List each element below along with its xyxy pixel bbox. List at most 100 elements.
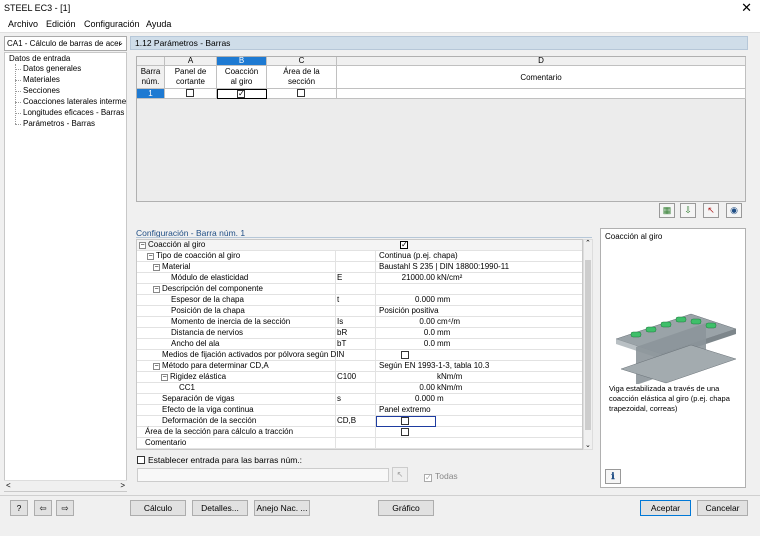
accept-button[interactable]: Aceptar bbox=[640, 500, 691, 516]
row-cda-method[interactable]: − Método para determinar CD,A Según EN 19… bbox=[137, 361, 582, 372]
all-members-option[interactable]: ✓ Todas bbox=[424, 471, 458, 482]
col-letter-c[interactable]: C bbox=[267, 57, 337, 66]
next-icon[interactable]: ⇨ bbox=[56, 500, 74, 516]
tree-item-sections[interactable]: Secciones bbox=[23, 86, 60, 95]
restraint-type-value[interactable]: Continua (p.ej. chapa) bbox=[379, 251, 458, 261]
all-members-checkbox[interactable]: ✓ bbox=[424, 474, 432, 482]
row-powder-fasteners[interactable]: Medios de fijación activados por pólvora… bbox=[137, 350, 582, 361]
rotational-restraint-checkbox[interactable]: ✓ bbox=[237, 90, 245, 98]
row-component-description[interactable]: − Descripción del componente bbox=[137, 284, 582, 295]
collapse-icon[interactable]: − bbox=[153, 286, 160, 293]
header-section-area[interactable]: Área de la sección bbox=[267, 66, 337, 89]
row-restraint-type[interactable]: − Tipo de coacción al giro Continua (p.ej… bbox=[137, 251, 582, 262]
collapse-icon[interactable]: − bbox=[153, 264, 160, 271]
row-rib-distance[interactable]: Distancia de nervios bR 0.0 mm bbox=[137, 328, 582, 339]
tree-item-general-data[interactable]: Datos generales bbox=[23, 64, 81, 73]
config-vertical-scrollbar[interactable]: ⌃ ⌄ bbox=[583, 239, 593, 450]
set-all-members[interactable]: Establecer entrada para las barras núm.: bbox=[137, 455, 302, 465]
header-shear-panel[interactable]: Panel de cortante bbox=[165, 66, 217, 89]
set-all-checkbox[interactable] bbox=[137, 456, 145, 464]
sheet-thickness-value[interactable]: 0.000 bbox=[377, 295, 435, 305]
tension-area-checkbox[interactable] bbox=[401, 428, 409, 436]
row-moment-of-inertia[interactable]: Momento de inercia de la sección Is 0.00… bbox=[137, 317, 582, 328]
calculation-button[interactable]: Cálculo bbox=[130, 500, 186, 516]
header-rotational-restraint[interactable]: Coacción al giro bbox=[217, 66, 267, 89]
rib-distance-value[interactable]: 0.0 bbox=[377, 328, 435, 338]
beam-spacing-value[interactable]: 0.000 bbox=[377, 394, 435, 404]
collapse-icon[interactable]: − bbox=[139, 242, 146, 249]
col-letter-b[interactable]: B bbox=[217, 57, 267, 66]
tree-root-input-data[interactable]: Datos de entrada bbox=[9, 54, 70, 63]
shear-panel-checkbox[interactable] bbox=[186, 89, 194, 97]
help-icon[interactable]: ? bbox=[10, 500, 28, 516]
export-excel-icon[interactable]: ▦ bbox=[659, 203, 675, 218]
menu-edicion[interactable]: Edición bbox=[46, 19, 76, 29]
member-numbers-input[interactable] bbox=[137, 468, 389, 482]
graphic-button[interactable]: Gráfico bbox=[378, 500, 434, 516]
powder-fasteners-checkbox[interactable] bbox=[401, 351, 409, 359]
elastic-modulus-unit: kN/cm² bbox=[437, 273, 463, 282]
cell-shear-panel[interactable] bbox=[165, 89, 217, 99]
row-material[interactable]: − Material Baustahl S 235 | DIN 18800:199… bbox=[137, 262, 582, 273]
col-letter-d[interactable]: D bbox=[337, 57, 746, 66]
scroll-right-icon[interactable]: > bbox=[120, 481, 125, 490]
row-beam-spacing[interactable]: Separación de vigas s 0.000 m bbox=[137, 394, 582, 405]
tree-item-lateral-restraints[interactable]: Coacciones laterales intermedi bbox=[23, 97, 126, 106]
close-icon[interactable]: ✕ bbox=[741, 0, 752, 16]
collapse-icon[interactable]: − bbox=[153, 363, 160, 370]
collapse-icon[interactable]: − bbox=[147, 253, 154, 260]
import-excel-icon[interactable]: ⇩ bbox=[680, 203, 696, 218]
row-number[interactable]: 1 bbox=[137, 89, 165, 99]
previous-icon[interactable]: ⇦ bbox=[34, 500, 52, 516]
menu-archivo[interactable]: Archivo bbox=[8, 19, 38, 29]
scroll-left-icon[interactable]: < bbox=[6, 481, 11, 490]
details-button[interactable]: Detalles... bbox=[192, 500, 248, 516]
row-rotational-restraint[interactable]: − Coacción al giro ✓ bbox=[137, 240, 582, 251]
cell-rotational-restraint[interactable]: ✓ bbox=[217, 89, 267, 99]
section-area-checkbox[interactable] bbox=[297, 89, 305, 97]
elastic-modulus-value[interactable]: 21000.00 bbox=[377, 273, 435, 283]
collapse-icon[interactable]: − bbox=[161, 374, 168, 381]
tree-item-member-parameters[interactable]: Parámetros - Barras bbox=[23, 119, 95, 128]
info-icon[interactable]: ℹ bbox=[605, 469, 621, 484]
section-deformation-checkbox[interactable] bbox=[401, 417, 409, 425]
nav-horizontal-scrollbar[interactable]: < > bbox=[4, 480, 127, 491]
scroll-down-icon[interactable]: ⌄ bbox=[585, 441, 591, 449]
cda-method-value[interactable]: Según EN 1993-1-3, tabla 10.3 bbox=[379, 361, 489, 371]
row-comment[interactable]: Comentario bbox=[137, 438, 582, 449]
continuous-beam-effect-value[interactable]: Panel extremo bbox=[379, 405, 431, 415]
chevron-down-icon[interactable]: ⌄ bbox=[117, 38, 124, 47]
row-elastic-modulus[interactable]: Módulo de elasticidad E 21000.00 kN/cm² bbox=[137, 273, 582, 284]
row-section-deformation[interactable]: Deformación de la sección CD,B bbox=[137, 416, 582, 427]
row-sheet-thickness[interactable]: Espesor de la chapa t 0.000 mm bbox=[137, 295, 582, 306]
rotational-restraint-enabled-checkbox[interactable]: ✓ bbox=[400, 241, 408, 249]
tree-item-materials[interactable]: Materiales bbox=[23, 75, 60, 84]
view-icon[interactable]: ◉ bbox=[726, 203, 742, 218]
cc1-value[interactable]: 0.00 bbox=[377, 383, 435, 393]
pick-members-icon[interactable]: ↖ bbox=[392, 467, 408, 482]
flange-width-value[interactable]: 0.0 bbox=[377, 339, 435, 349]
row-tension-area[interactable]: Área de la sección para cálculo a tracci… bbox=[137, 427, 582, 438]
material-value[interactable]: Baustahl S 235 | DIN 18800:1990-11 bbox=[379, 262, 509, 272]
header-comment[interactable]: Comentario bbox=[337, 66, 746, 89]
row-flange-width[interactable]: Ancho del ala bT 0.0 mm bbox=[137, 339, 582, 350]
case-dropdown[interactable]: CA1 - Cálculo de barras de acer ⌄ bbox=[4, 36, 127, 51]
menu-configuracion[interactable]: Configuración bbox=[84, 19, 140, 29]
moment-of-inertia-value[interactable]: 0.00 bbox=[377, 317, 435, 327]
row-continuous-beam-effect[interactable]: Efecto de la viga continua Panel extremo bbox=[137, 405, 582, 416]
tree-item-effective-lengths[interactable]: Longitudes eficaces - Barras bbox=[23, 108, 124, 117]
scroll-up-icon[interactable]: ⌃ bbox=[585, 239, 591, 247]
national-annex-button[interactable]: Anejo Nac. ... bbox=[254, 500, 310, 516]
sheet-position-value[interactable]: Posición positiva bbox=[379, 306, 439, 316]
select-member-icon[interactable]: ↖ bbox=[703, 203, 719, 218]
menu-ayuda[interactable]: Ayuda bbox=[146, 19, 171, 29]
row-cc1[interactable]: CC1 0.00 kNm/m bbox=[137, 383, 582, 394]
header-member-no[interactable]: Barra núm. bbox=[137, 66, 165, 89]
cell-section-area[interactable] bbox=[267, 89, 337, 99]
col-letter-a[interactable]: A bbox=[165, 57, 217, 66]
cell-comment[interactable] bbox=[337, 89, 746, 99]
scroll-thumb[interactable] bbox=[585, 260, 591, 430]
row-sheet-position[interactable]: Posición de la chapa Posición positiva bbox=[137, 306, 582, 317]
cancel-button[interactable]: Cancelar bbox=[697, 500, 748, 516]
row-elastic-stiffness[interactable]: − Rigidez elástica C100 kNm/m bbox=[137, 372, 582, 383]
